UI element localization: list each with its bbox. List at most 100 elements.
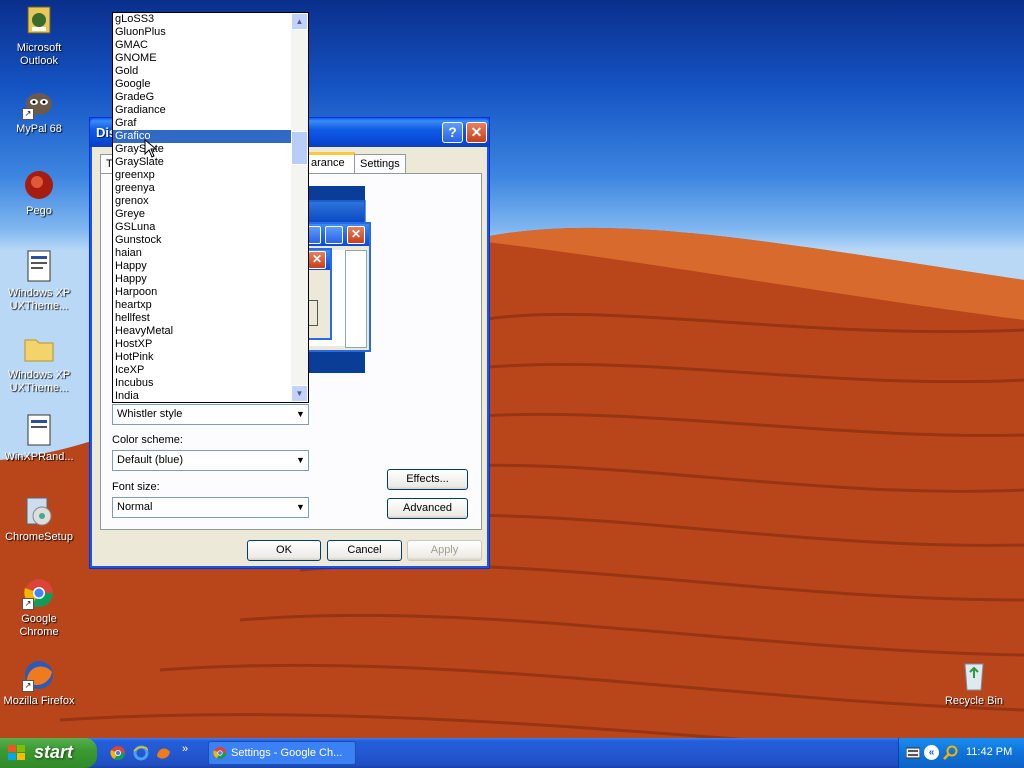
tab-settings[interactable]: Settings bbox=[354, 154, 406, 173]
desktop-icon-recycle-bin[interactable]: Recycle Bin bbox=[936, 658, 1012, 708]
windows-buttons-dropdown-list[interactable]: gLoSS3 GluonPlus GMAC GNOME Gold Google … bbox=[112, 12, 309, 403]
tray-expand-icon[interactable]: « bbox=[924, 745, 939, 760]
list-item[interactable]: Happy bbox=[113, 260, 291, 273]
close-icon: ✕ bbox=[308, 251, 326, 269]
cancel-button[interactable]: Cancel bbox=[327, 540, 402, 561]
list-item[interactable]: GluonPlus bbox=[113, 26, 291, 39]
list-item[interactable]: Gunstock bbox=[113, 234, 291, 247]
firefox-icon: ↗ bbox=[22, 658, 56, 692]
list-item[interactable]: GraySlate bbox=[113, 156, 291, 169]
search-icon[interactable] bbox=[943, 745, 959, 761]
list-item[interactable]: Incubus bbox=[113, 377, 291, 390]
desktop-icon-uxtheme-doc[interactable]: Windows XP UXTheme... bbox=[1, 250, 77, 313]
preview-scrollbar bbox=[345, 250, 367, 348]
list-item[interactable]: HeavyMetal bbox=[113, 325, 291, 338]
dropdown-scrollbar[interactable]: ▲ ▼ bbox=[291, 13, 308, 402]
help-button[interactable]: ? bbox=[442, 122, 463, 143]
chevron-down-icon[interactable]: ▼ bbox=[293, 498, 308, 517]
list-item[interactable]: GNOME bbox=[113, 52, 291, 65]
close-button[interactable]: ✕ bbox=[466, 122, 487, 143]
scroll-down-icon[interactable]: ▼ bbox=[291, 385, 308, 402]
scroll-up-icon[interactable]: ▲ bbox=[291, 13, 308, 30]
list-item[interactable]: HotPink bbox=[113, 351, 291, 364]
font-size-value: Normal bbox=[117, 501, 153, 513]
desktop-icon-chrome[interactable]: ↗ Google Chrome bbox=[1, 576, 77, 639]
windows-flag-icon bbox=[8, 745, 25, 760]
list-item[interactable]: heartxp bbox=[113, 299, 291, 312]
font-size-select[interactable]: Normal ▼ bbox=[112, 497, 309, 518]
dropdown-items: gLoSS3 GluonPlus GMAC GNOME Gold Google … bbox=[113, 13, 291, 402]
list-item[interactable]: IceXP bbox=[113, 364, 291, 377]
installer-icon bbox=[22, 494, 56, 528]
scroll-thumb[interactable] bbox=[291, 131, 308, 165]
clock[interactable]: 11:42 PM bbox=[966, 746, 1012, 758]
start-label: start bbox=[34, 742, 74, 762]
list-item-selected[interactable]: Grafico bbox=[113, 130, 291, 143]
list-item[interactable]: GSLuna bbox=[113, 221, 291, 234]
pego-icon bbox=[22, 168, 56, 202]
list-item[interactable]: Gradiance bbox=[113, 104, 291, 117]
desktop-icon-firefox[interactable]: ↗ Mozilla Firefox bbox=[1, 658, 77, 708]
firefox-icon[interactable] bbox=[155, 745, 171, 761]
close-icon: ✕ bbox=[347, 226, 365, 244]
shortcut-arrow-icon: ↗ bbox=[22, 598, 34, 610]
list-item[interactable]: hellfest bbox=[113, 312, 291, 325]
mypal-icon: ↗ bbox=[22, 86, 56, 120]
desktop-icon-label: Windows XP UXTheme... bbox=[7, 287, 71, 312]
start-button[interactable]: start bbox=[0, 738, 97, 768]
color-scheme-label: Color scheme: bbox=[112, 434, 183, 446]
list-item[interactable]: Greye bbox=[113, 208, 291, 221]
list-item[interactable]: Harpoon bbox=[113, 286, 291, 299]
list-item[interactable]: GradeG bbox=[113, 91, 291, 104]
color-scheme-select[interactable]: Default (blue) ▼ bbox=[112, 450, 309, 471]
desktop-icon-label: Windows XP UXTheme... bbox=[7, 369, 71, 394]
taskbar-button-chrome-settings[interactable]: Settings - Google Ch... bbox=[208, 741, 356, 765]
windows-buttons-select[interactable]: Whistler style ▼ bbox=[112, 404, 309, 425]
ok-button[interactable]: OK bbox=[247, 540, 321, 561]
apply-button[interactable]: Apply bbox=[407, 540, 482, 561]
list-item[interactable]: Happy bbox=[113, 273, 291, 286]
list-item[interactable]: greenxp bbox=[113, 169, 291, 182]
desktop-icon-outlook[interactable]: Microsoft Outlook bbox=[1, 5, 77, 68]
ie-icon[interactable] bbox=[133, 745, 149, 761]
list-item[interactable]: HostXP bbox=[113, 338, 291, 351]
chrome-icon: ↗ bbox=[22, 576, 56, 610]
desktop-icon-chromesetup[interactable]: ChromeSetup bbox=[1, 494, 77, 544]
desktop-icon-label: Pego bbox=[26, 205, 52, 217]
list-item[interactable]: gLoSS3 bbox=[113, 13, 291, 26]
desktop-icon-label: Microsoft Outlook bbox=[16, 42, 62, 67]
desktop-icon-pego[interactable]: Pego bbox=[1, 168, 77, 218]
desktop-icon-label: MyPal 68 bbox=[16, 123, 62, 135]
chrome-icon[interactable] bbox=[110, 745, 126, 761]
list-item[interactable]: grenox bbox=[113, 195, 291, 208]
desktop-icon-label: Recycle Bin bbox=[944, 695, 1004, 707]
keyboard-icon[interactable] bbox=[906, 747, 920, 759]
system-tray: « 11:42 PM bbox=[898, 738, 1024, 768]
chrome-icon bbox=[213, 746, 227, 760]
desktop-icon-uxtheme-folder[interactable]: Windows XP UXTheme... bbox=[1, 332, 77, 395]
chevron-down-icon[interactable]: ▼ bbox=[293, 451, 308, 470]
list-item[interactable]: greenya bbox=[113, 182, 291, 195]
recycle-bin-icon bbox=[957, 658, 991, 692]
color-scheme-value: Default (blue) bbox=[117, 454, 184, 466]
list-item[interactable]: Gold bbox=[113, 65, 291, 78]
list-item[interactable]: GMAC bbox=[113, 39, 291, 52]
desktop-icon-label: WinXPRand... bbox=[4, 451, 74, 463]
list-item[interactable]: haian bbox=[113, 247, 291, 260]
list-item[interactable]: Google bbox=[113, 78, 291, 91]
list-item[interactable]: Graf bbox=[113, 117, 291, 130]
list-item[interactable]: India bbox=[113, 390, 291, 402]
taskbar: start » Settings - Google Ch... « 11:42 … bbox=[0, 738, 1024, 768]
advanced-button[interactable]: Advanced bbox=[387, 498, 468, 519]
outlook-icon bbox=[22, 5, 56, 39]
list-item[interactable]: GraySlate bbox=[113, 143, 291, 156]
shortcut-arrow-icon: ↗ bbox=[22, 108, 34, 120]
desktop-icon-mypal[interactable]: ↗ MyPal 68 bbox=[1, 86, 77, 136]
chevron-down-icon[interactable]: ▼ bbox=[293, 405, 308, 424]
effects-button[interactable]: Effects... bbox=[387, 469, 468, 490]
quick-launch-chevron[interactable]: » bbox=[182, 743, 188, 755]
desktop-icon-label: Google Chrome bbox=[19, 613, 59, 638]
folder-icon bbox=[22, 332, 56, 366]
desktop-icon-winxprand[interactable]: WinXPRand... bbox=[1, 414, 77, 464]
tab-appearance[interactable]: arance bbox=[305, 152, 355, 174]
